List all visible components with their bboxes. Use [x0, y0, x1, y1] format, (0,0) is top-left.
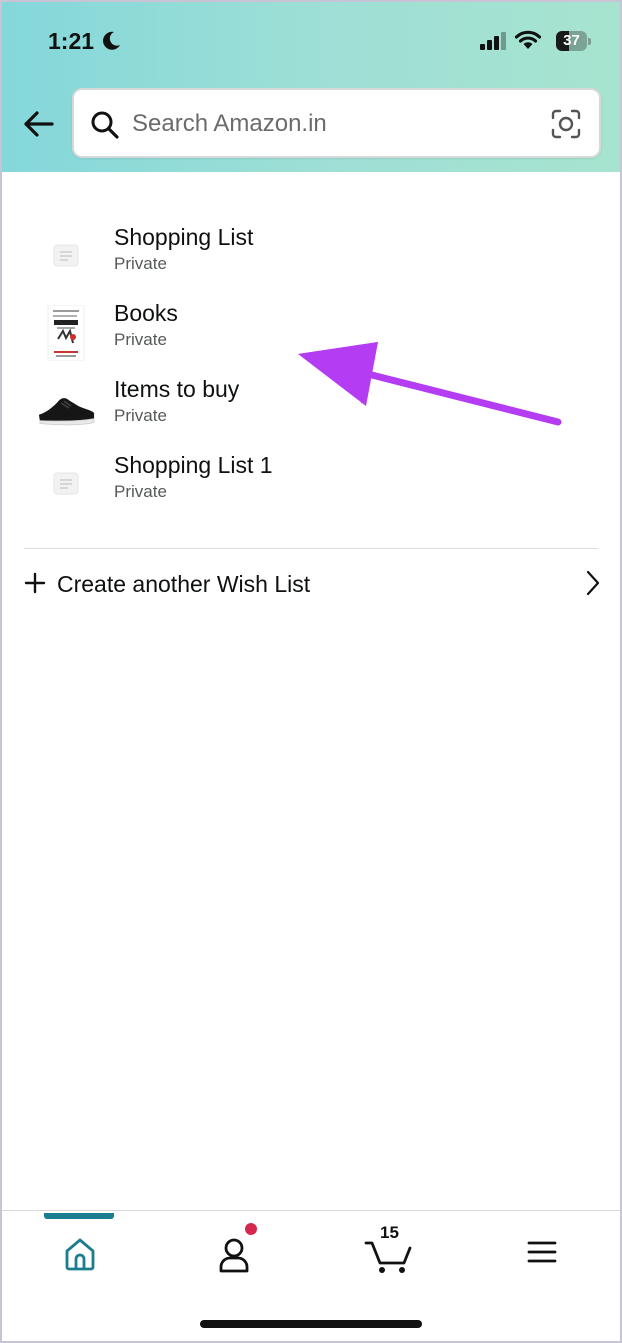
shoe-thumbnail: [36, 380, 96, 438]
back-arrow-icon[interactable]: [18, 104, 58, 144]
wishlist-item-shopping-list-1[interactable]: Shopping List 1 Private: [30, 450, 590, 520]
app-header: 1:21 37: [0, 0, 622, 172]
chevron-right-icon: [586, 570, 600, 596]
wishlist-privacy: Private: [114, 406, 167, 425]
nav-home[interactable]: [50, 1229, 110, 1279]
nav-cart[interactable]: 15: [358, 1223, 418, 1279]
active-tab-indicator: [44, 1213, 114, 1219]
wishlist-name: Shopping List 1: [114, 452, 273, 478]
search-input[interactable]: [132, 106, 532, 142]
list-placeholder-icon: [36, 228, 96, 286]
wishlist-privacy: Private: [114, 330, 167, 349]
battery-icon: 37: [556, 31, 591, 51]
camera-scan-icon[interactable]: [550, 108, 582, 140]
wishlist-name: Items to buy: [114, 376, 240, 402]
cart-count: 15: [380, 1223, 399, 1242]
list-placeholder-icon: [36, 456, 96, 514]
search-bar[interactable]: [72, 88, 601, 158]
home-indicator: [200, 1320, 422, 1328]
wifi-icon: [514, 30, 542, 49]
divider: [24, 548, 598, 549]
search-icon: [91, 111, 119, 139]
battery-level: 37: [563, 32, 580, 49]
wishlist-item-shopping-list[interactable]: Shopping List Private: [30, 222, 590, 292]
person-icon: [219, 1238, 249, 1273]
hamburger-menu-icon: [527, 1241, 557, 1263]
status-time: 1:21: [48, 28, 95, 54]
nav-account[interactable]: [204, 1223, 264, 1279]
plus-icon: [24, 572, 46, 594]
wishlist-privacy: Private: [114, 482, 167, 501]
signal-icon: [480, 32, 506, 50]
annotation-arrow-icon: [298, 342, 562, 426]
notification-dot: [245, 1223, 257, 1235]
nav-menu[interactable]: [512, 1229, 572, 1279]
moon-icon: [103, 31, 120, 50]
wishlist-privacy: Private: [114, 254, 167, 273]
wishlist-name: Shopping List: [114, 224, 254, 250]
home-icon: [65, 1238, 95, 1271]
wishlist-name: Books: [114, 300, 178, 326]
create-wishlist-label: Create another Wish List: [57, 571, 311, 597]
book-cover-thumbnail: [36, 304, 96, 362]
create-wishlist-button[interactable]: Create another Wish List: [22, 562, 606, 608]
